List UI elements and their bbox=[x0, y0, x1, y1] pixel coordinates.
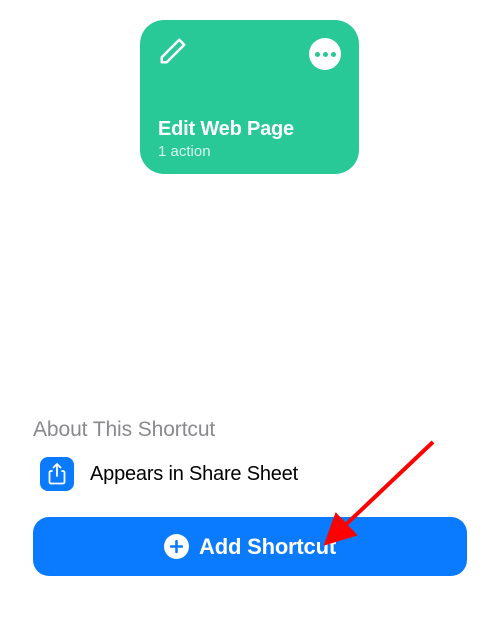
shortcut-title: Edit Web Page bbox=[158, 118, 341, 141]
plus-icon bbox=[164, 534, 189, 559]
share-sheet-label: Appears in Share Sheet bbox=[90, 463, 298, 486]
card-text: Edit Web Page 1 action bbox=[158, 118, 341, 160]
pencil-icon bbox=[158, 36, 188, 66]
shortcut-card[interactable]: Edit Web Page 1 action bbox=[140, 20, 359, 174]
card-top-row bbox=[158, 36, 341, 70]
share-icon bbox=[40, 457, 74, 491]
add-shortcut-button[interactable]: Add Shortcut bbox=[33, 517, 467, 576]
add-shortcut-label: Add Shortcut bbox=[199, 534, 336, 560]
section-header: About This Shortcut bbox=[33, 418, 215, 442]
shortcut-subtitle: 1 action bbox=[158, 143, 341, 160]
more-icon[interactable] bbox=[309, 38, 341, 70]
share-sheet-row[interactable]: Appears in Share Sheet bbox=[40, 457, 298, 491]
